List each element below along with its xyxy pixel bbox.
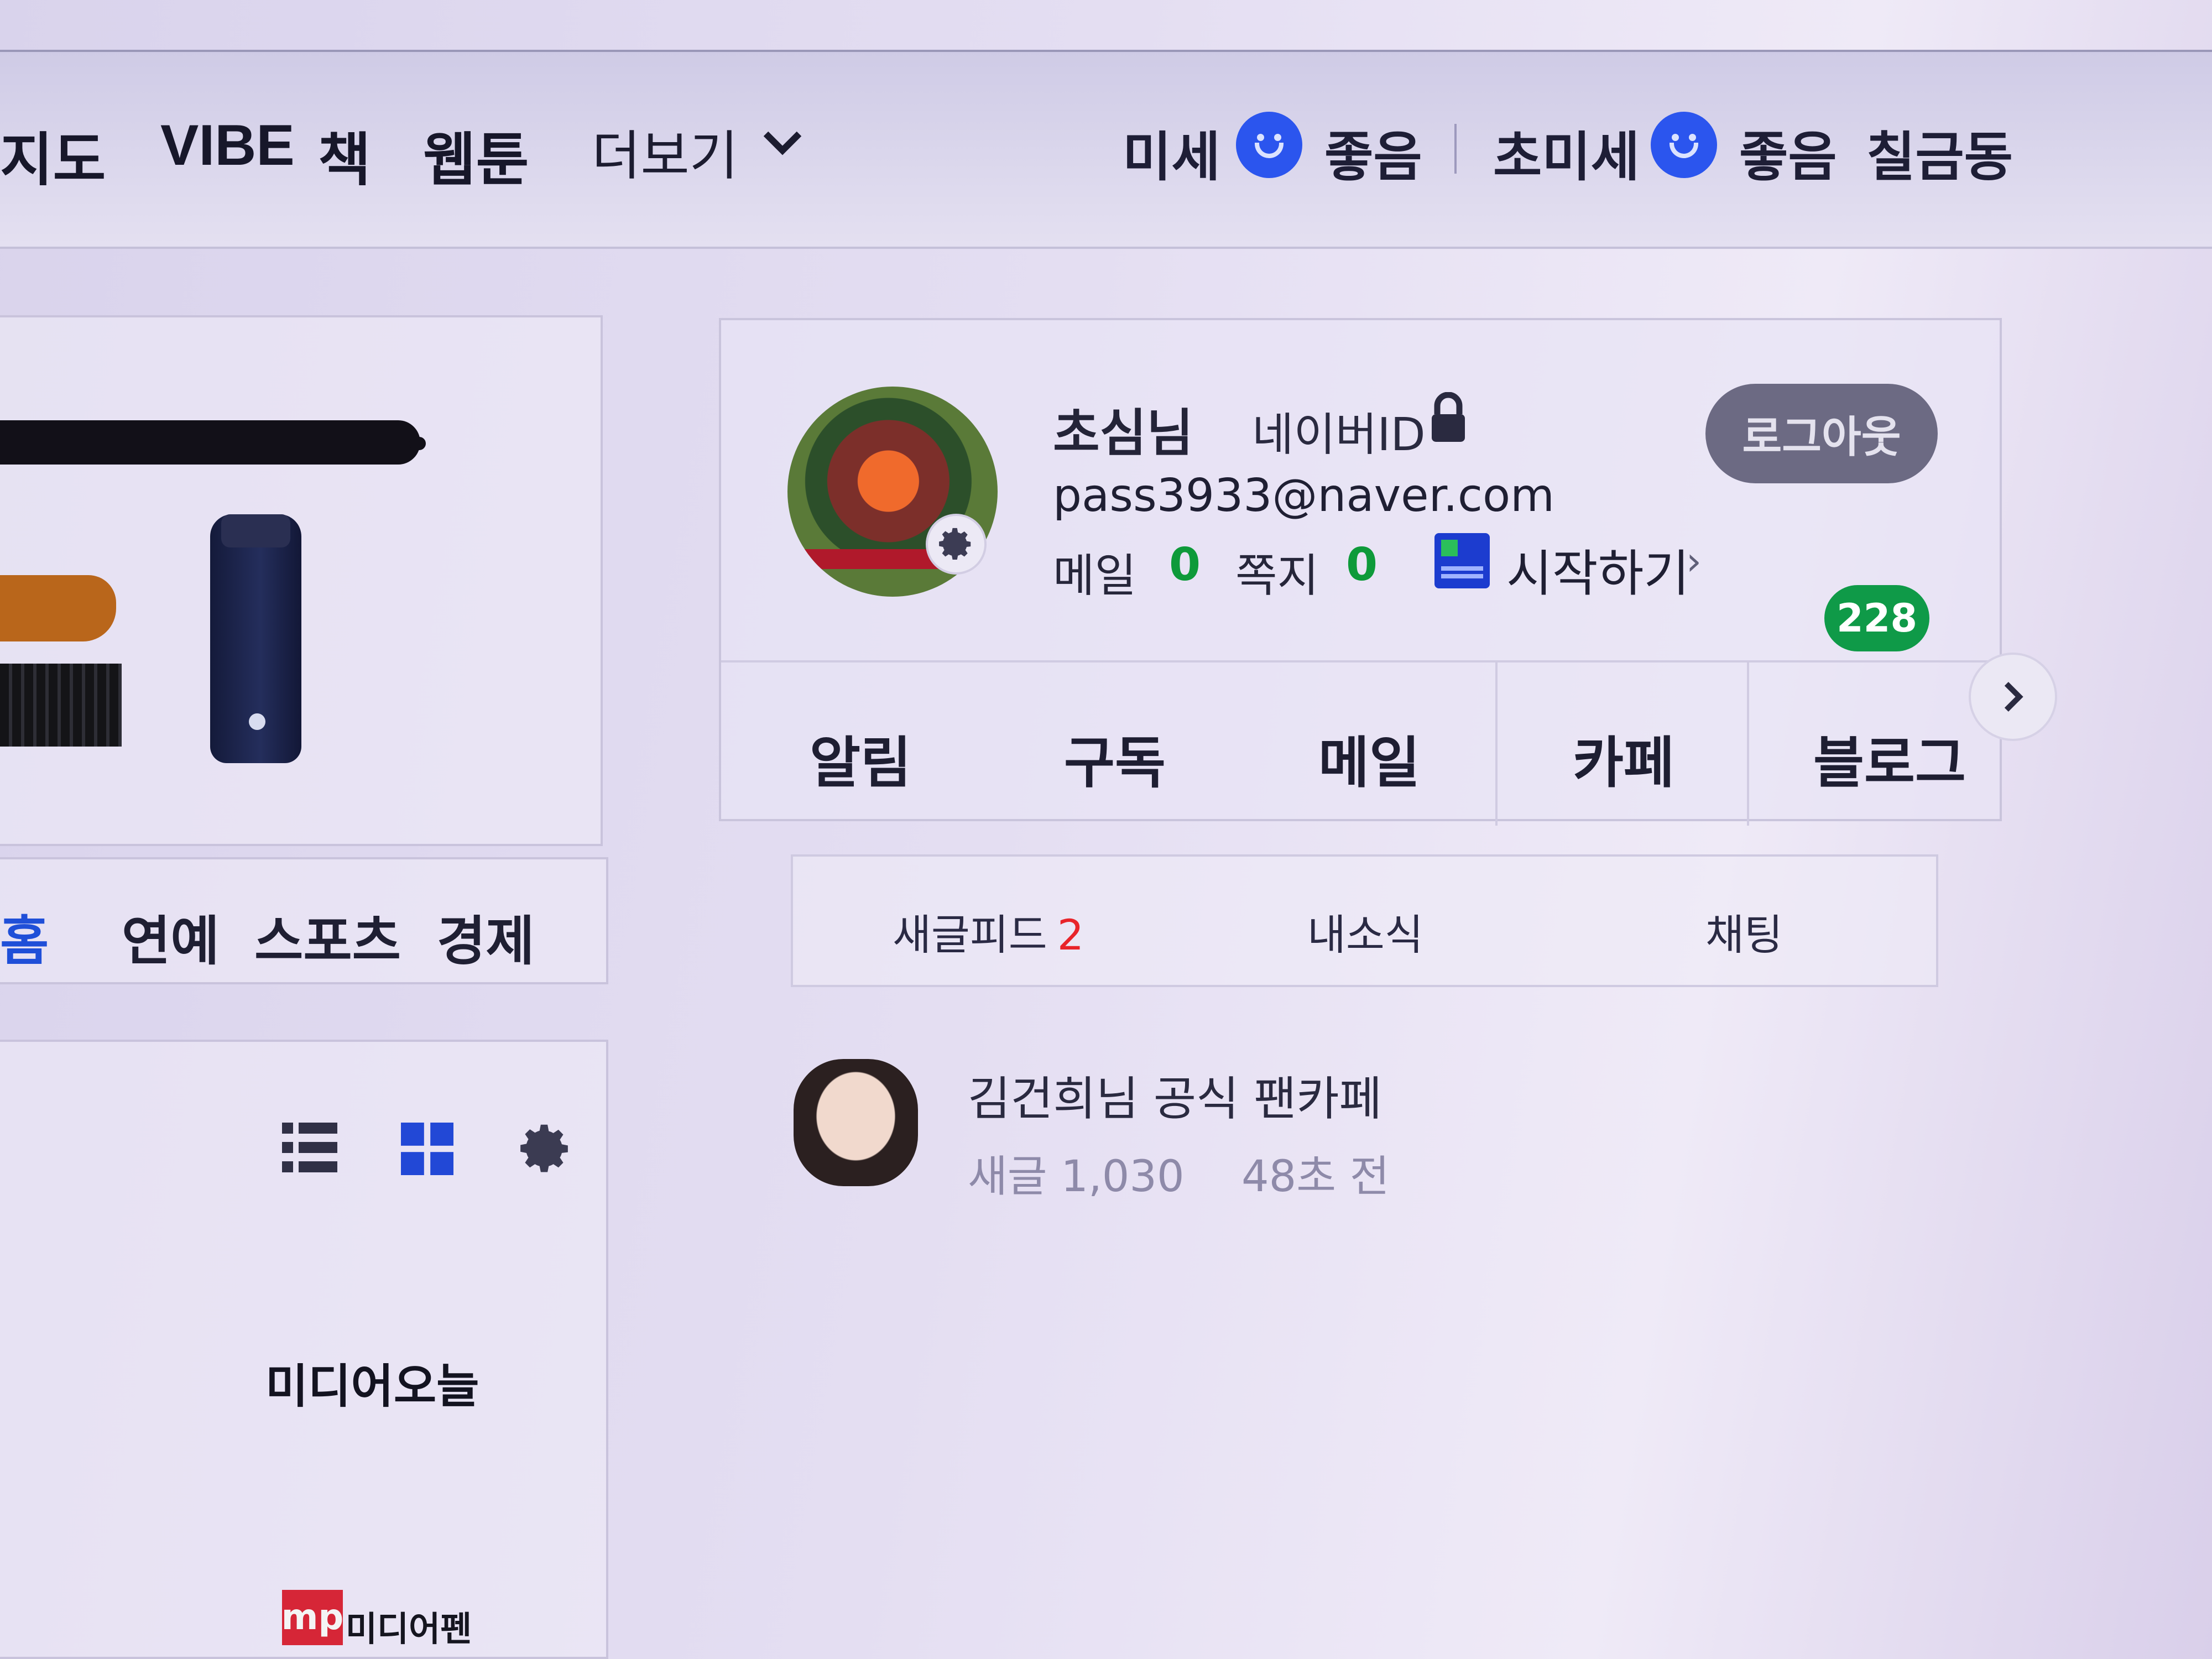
left-column: 홈 연예 스포츠 경제 — [0, 315, 608, 1659]
ultrafine-dust-label: 초미세 — [1493, 126, 1640, 188]
smile-icon — [1236, 112, 1302, 178]
sub-tab-my-news[interactable]: 내소식 — [1307, 901, 1423, 962]
news-tab-home[interactable]: 홈 — [0, 898, 49, 975]
note-label[interactable]: 쪽지 — [1235, 539, 1319, 604]
gear-icon — [939, 528, 971, 560]
user-nickname[interactable]: 초심님 — [1053, 392, 1193, 466]
pouch-image[interactable] — [0, 575, 116, 641]
news-tab-bar: 홈 연예 스포츠 경제 — [0, 857, 608, 984]
account-panel: 초심님 네이버ID pass3933@naver.com 메일 0 쪽지 0 시… — [719, 318, 2002, 826]
service-tab-cafe[interactable]: 카페 — [1573, 718, 1674, 798]
press-logo-media-today-text: 미디어오늘 — [265, 1359, 479, 1413]
divider — [1495, 662, 1498, 826]
news-tab-sports[interactable]: 스포츠 — [254, 898, 401, 975]
sub-tab-new-feed-label: 새글피드 — [893, 910, 1047, 959]
keyboard-image[interactable] — [0, 664, 122, 747]
grid-apps-icon[interactable] — [1434, 533, 1490, 588]
chevron-right-icon — [2004, 682, 2023, 712]
divider — [1747, 662, 1749, 826]
chevron-right-icon: › — [1686, 539, 1702, 584]
divider — [1454, 124, 1457, 174]
press-logo-media-today[interactable]: 미디어오늘 — [265, 1349, 479, 1416]
bottle-cap — [221, 514, 290, 547]
mail-label[interactable]: 메일 — [1053, 539, 1136, 604]
news-tab-entertainment[interactable]: 연예 — [122, 898, 220, 975]
more-menu-button[interactable]: 더보기 — [592, 113, 738, 190]
service-tab-blog[interactable]: 블로그 — [1813, 718, 1966, 798]
nav-item-book[interactable]: 책 — [318, 113, 371, 196]
news-tab-economy[interactable]: 경제 — [437, 898, 535, 975]
umbrella-tip — [409, 437, 426, 450]
service-tab-subscriptions[interactable]: 구독 — [1064, 718, 1166, 798]
feed-item-title[interactable]: 김건희님 공식 팬카페 — [968, 1062, 1382, 1129]
new-feed-count: 2 — [1057, 910, 1084, 959]
feed-sub-tabs: 새글피드 2 내소식 채팅 — [791, 854, 1938, 987]
nav-item-map[interactable]: 지도 — [0, 113, 106, 196]
fine-dust-status: 좋음 — [1324, 126, 1422, 188]
nav-item-webtoon[interactable]: 웹툰 — [423, 113, 529, 196]
service-tab-notifications[interactable]: 알림 — [810, 718, 911, 798]
service-tab-row: 알림 구독 메일 카페 블로그 228 — [721, 585, 2000, 826]
blog-count-badge: 228 — [1824, 585, 1929, 651]
feed-item-thumbnail[interactable] — [794, 1059, 918, 1186]
top-navigation-bar: 지도 VIBE 책 웹툰 더보기 미세 좋음 초미세 좋음 칠금동 — [0, 50, 2212, 249]
next-services-button[interactable] — [1969, 653, 2057, 741]
tile-view-icon[interactable] — [401, 1123, 453, 1177]
mail-count[interactable]: 0 — [1169, 539, 1201, 591]
umbrella-image[interactable] — [0, 420, 420, 465]
sub-tab-new-feed[interactable]: 새글피드 2 — [893, 901, 1084, 962]
note-count[interactable]: 0 — [1346, 539, 1378, 591]
logout-button[interactable]: 로그아웃 — [1705, 384, 1938, 483]
bottle-logo — [249, 713, 265, 730]
settings-icon[interactable] — [517, 1120, 575, 1180]
user-email: pass3933@naver.com — [1053, 469, 1555, 522]
start-link[interactable]: 시작하기 — [1506, 533, 1689, 605]
press-logo-mediapen-badge[interactable]: mp — [281, 1590, 343, 1645]
chevron-down-icon[interactable] — [758, 117, 807, 179]
nav-item-vibe[interactable]: VIBE — [160, 113, 295, 179]
feed-item-new-posts: 새글 1,030 — [968, 1152, 1185, 1202]
smile-icon — [1651, 112, 1717, 178]
weather-location[interactable]: 칠금동 — [1866, 114, 2013, 191]
feed-item-time: 48초 전 — [1241, 1152, 1390, 1202]
fine-dust-label: 미세 — [1123, 126, 1220, 188]
profile-settings-button[interactable] — [926, 514, 987, 575]
press-logo-mediapen-text[interactable]: 미디어펜 — [346, 1601, 472, 1651]
id-type-label: 네이버ID — [1252, 409, 1426, 461]
sub-tab-chat[interactable]: 채팅 — [1705, 901, 1783, 962]
lock-icon[interactable] — [1429, 392, 1468, 444]
ultrafine-dust-status: 좋음 — [1739, 126, 1837, 188]
service-tab-mail[interactable]: 메일 — [1318, 718, 1420, 798]
list-view-icon[interactable] — [282, 1123, 337, 1175]
